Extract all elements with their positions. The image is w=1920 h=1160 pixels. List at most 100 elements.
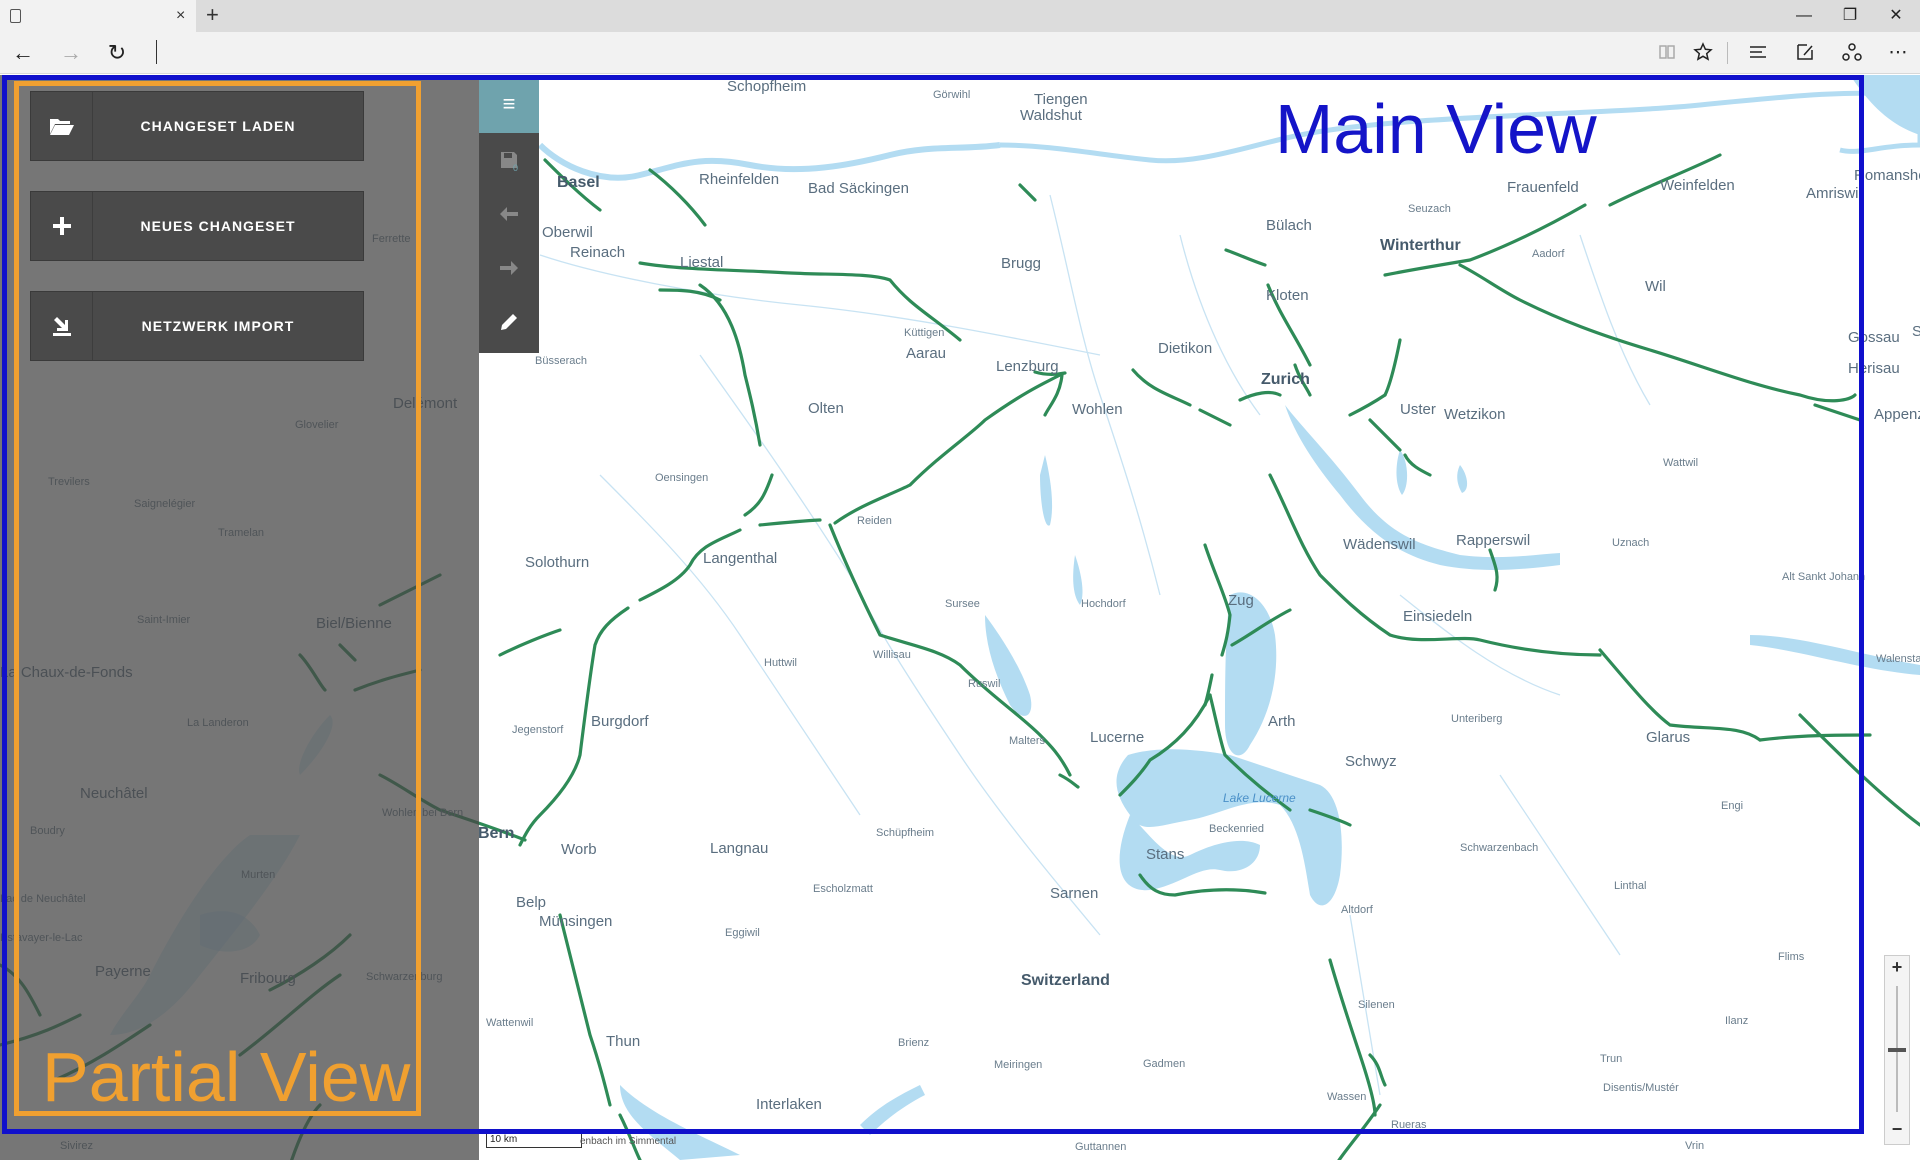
plus-icon (31, 192, 93, 260)
place-label: Meiringen (994, 1059, 1043, 1071)
place-label: Eggiwil (725, 927, 760, 939)
place-label: Altdorf (1341, 904, 1373, 916)
place-label: Thun (606, 1033, 641, 1050)
web-note-icon[interactable] (1791, 42, 1819, 68)
place-label: Liestal (680, 254, 724, 271)
place-label: Stans (1146, 846, 1185, 863)
place-label: Langenthal (703, 550, 778, 567)
redo-arrow-icon[interactable] (479, 241, 539, 295)
place-label: Gossau (1848, 329, 1900, 346)
place-label: Alt Sankt Johann (1782, 571, 1866, 583)
place-label: St. Gallen (1912, 323, 1920, 340)
place-label: Tiengen (1034, 91, 1088, 108)
main-view-annotation-label: Main View (1275, 90, 1597, 168)
forward-button[interactable]: → (56, 41, 86, 65)
place-label: Uster (1400, 401, 1436, 418)
place-label: Zug (1228, 592, 1254, 609)
place-label: Malters (1009, 735, 1046, 747)
place-label: Wassen (1327, 1091, 1367, 1103)
place-label: Uznach (1612, 537, 1650, 549)
place-label: Olten (808, 400, 844, 417)
partial-view-annotation-label: Partial View (42, 1038, 411, 1116)
place-label: Herisau (1848, 360, 1900, 377)
place-label: Guttannen (1075, 1141, 1127, 1153)
close-tab-icon[interactable]: × (176, 6, 185, 26)
netzwerk-import-button[interactable]: NETZWERK IMPORT (30, 291, 364, 361)
place-label: Disentis/Mustér (1603, 1082, 1679, 1094)
share-icon[interactable] (1838, 42, 1866, 68)
undo-arrow-icon[interactable] (479, 187, 539, 241)
page-icon (10, 9, 21, 23)
place-label: Wädenswil (1343, 536, 1416, 553)
menu-icon[interactable]: ≡ (479, 75, 539, 133)
new-tab-button[interactable]: + (206, 3, 219, 27)
scale-bar-place-label: enbach im Simmental (580, 1136, 677, 1147)
place-label: Solothurn (525, 554, 590, 571)
place-label: Jegenstorf (512, 724, 564, 736)
more-icon[interactable]: ⋯ (1884, 42, 1912, 64)
refresh-button[interactable]: ↻ (102, 41, 132, 65)
button-label: CHANGESET LADEN (140, 118, 296, 134)
place-label: Walenstadt (1876, 653, 1920, 665)
import-icon (31, 292, 93, 360)
place-label: Ilanz (1725, 1015, 1749, 1027)
place-label: Küttigen (904, 327, 945, 339)
place-label: Arth (1268, 713, 1296, 730)
place-label: Lucerne (1090, 729, 1145, 746)
zoom-slider-handle[interactable] (1888, 1048, 1906, 1052)
toolbar-divider (1727, 42, 1728, 64)
back-button[interactable]: ← (8, 41, 38, 65)
zoom-out-button[interactable]: − (1885, 1118, 1909, 1142)
folder-open-icon (31, 92, 93, 160)
place-label: Einsiedeln (1403, 608, 1473, 625)
zoom-control: + − (1884, 955, 1910, 1145)
place-label: Willisau (873, 649, 911, 661)
place-label: Amriswil (1806, 185, 1862, 202)
hub-icon[interactable] (1744, 42, 1772, 68)
browser-tab[interactable]: × (0, 0, 196, 32)
place-label: Weinfelden (1660, 177, 1735, 194)
changeset-laden-button[interactable]: CHANGESET LADEN (30, 91, 364, 161)
button-label: NETZWERK IMPORT (141, 318, 295, 334)
place-label: Gadmen (1143, 1058, 1186, 1070)
place-label: Switzerland (1021, 972, 1110, 989)
reading-view-icon[interactable] (1653, 42, 1681, 68)
place-label: Sarnen (1050, 885, 1099, 902)
place-label: Rapperswil (1456, 532, 1531, 549)
place-label: Wohlen (1072, 401, 1123, 418)
favorite-star-icon[interactable] (1689, 42, 1717, 68)
restore-button[interactable]: ❐ (1835, 4, 1865, 28)
neues-changeset-button[interactable]: NEUES CHANGESET (30, 191, 364, 261)
place-label: Bad Säckingen (808, 180, 909, 197)
zoom-in-button[interactable]: + (1885, 956, 1909, 980)
place-label: Zurich (1261, 371, 1310, 388)
browser-toolbar: ← → ↻ (0, 32, 1920, 74)
place-label: Schopfheim (727, 78, 807, 95)
place-label: Münsingen (539, 913, 613, 930)
place-label: Basel (557, 174, 600, 191)
place-label: Wattenwil (486, 1017, 534, 1029)
place-label: Wil (1645, 278, 1666, 295)
save-icon[interactable]: 0 (479, 133, 539, 187)
place-label: Interlaken (756, 1096, 822, 1113)
place-label: Linthal (1614, 880, 1647, 892)
place-label: Schwyz (1345, 753, 1397, 770)
place-label: Brienz (898, 1037, 930, 1049)
minimize-button[interactable]: — (1789, 4, 1819, 28)
place-label: Dietikon (1158, 340, 1213, 357)
place-label: Lenzburg (996, 358, 1059, 375)
pencil-icon[interactable] (479, 295, 539, 349)
close-window-button[interactable]: ✕ (1881, 4, 1911, 28)
place-label: Appenzell (1874, 406, 1920, 423)
scale-bar: 10 km (486, 1134, 582, 1148)
place-label: Schüpfheim (876, 827, 935, 839)
place-label: Ruswil (968, 678, 1001, 690)
place-label: Winterthur (1380, 237, 1461, 254)
address-bar-divider (156, 40, 157, 64)
place-label: Hochdorf (1081, 598, 1126, 610)
place-label: Glarus (1646, 729, 1691, 746)
button-label: NEUES CHANGESET (140, 218, 296, 234)
place-label: Huttwil (764, 657, 798, 669)
place-label: Engi (1721, 800, 1744, 812)
place-label: Beckenried (1209, 823, 1265, 835)
